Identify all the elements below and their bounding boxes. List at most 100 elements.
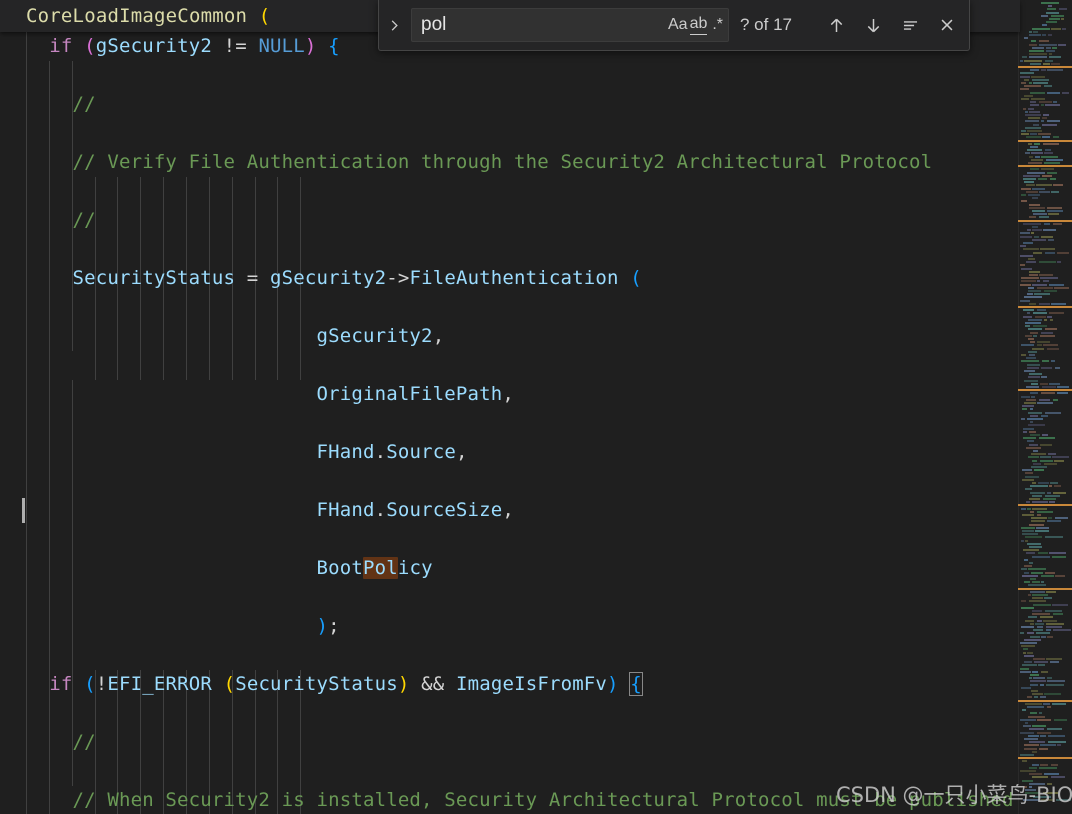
minimap-code-line xyxy=(1021,645,1035,648)
minimap-code-line xyxy=(1024,37,1028,40)
minimap-code-line xyxy=(1026,398,1036,401)
toggle-replace-chevron-icon[interactable] xyxy=(383,0,405,50)
minimap-code-line xyxy=(1041,670,1048,673)
whole-word-toggle[interactable]: ab xyxy=(689,12,708,38)
code-line[interactable]: FHand.Source, xyxy=(0,438,1018,467)
minimap-code-line xyxy=(1030,146,1038,148)
sticky-header-gutter xyxy=(0,0,26,32)
close-icon[interactable] xyxy=(935,13,959,37)
editor-code-area[interactable]: if (gSecurity2 != NULL) { // // Verify F… xyxy=(0,32,1018,814)
minimap-code-line xyxy=(1044,773,1059,776)
regex-toggle[interactable]: .* xyxy=(709,12,726,38)
minimap-code-line xyxy=(1022,530,1034,532)
minimap-code-line xyxy=(1029,523,1044,526)
minimap-code-line xyxy=(1020,754,1034,756)
minimap-code-line xyxy=(1045,328,1057,331)
minimap-code-line xyxy=(1044,318,1047,321)
minimap-code-line xyxy=(1020,75,1030,78)
code-line[interactable]: OriginalFilePath, xyxy=(0,380,1018,409)
code-line[interactable]: BootPolicy xyxy=(0,554,1018,583)
minimap-code-line xyxy=(1024,59,1042,62)
minimap-code-line xyxy=(1041,392,1055,395)
minimap-code-line xyxy=(1029,782,1045,785)
minimap-code-line xyxy=(1046,158,1063,161)
minimap-code-line xyxy=(1058,43,1066,46)
minimap-code-line xyxy=(1029,216,1036,219)
code-line[interactable]: if (!EFI_ERROR (SecurityStatus) && Image… xyxy=(0,670,1018,699)
minimap-code-line xyxy=(1020,232,1030,235)
minimap-code-line xyxy=(1021,82,1026,84)
minimap[interactable] xyxy=(1018,0,1072,814)
code-token: ) xyxy=(304,35,317,57)
minimap-code-line xyxy=(1039,261,1056,264)
minimap-code-line xyxy=(1036,184,1052,187)
minimap-code-line xyxy=(1022,469,1032,472)
minimap-code-line xyxy=(1047,120,1060,123)
minimap-code-line xyxy=(1038,552,1048,555)
minimap-code-line xyxy=(1041,168,1054,171)
minimap-code-line xyxy=(1030,91,1045,94)
minimap-code-line xyxy=(1033,30,1038,33)
code-line[interactable]: SecurityStatus = gSecurity2->FileAuthent… xyxy=(0,264,1018,293)
minimap-code-line xyxy=(1034,235,1039,238)
find-in-selection-icon[interactable] xyxy=(898,13,922,37)
minimap-code-line xyxy=(1055,366,1060,369)
minimap-code-line xyxy=(1026,184,1035,187)
minimap-code-line xyxy=(1029,677,1032,680)
minimap-code-line xyxy=(1021,200,1027,203)
minimap-code-line xyxy=(1024,738,1038,740)
minimap-code-line xyxy=(1028,568,1046,571)
minimap-code-line xyxy=(1048,213,1059,216)
code-token: , xyxy=(432,325,445,347)
minimap-code-line xyxy=(1029,373,1042,376)
code-line[interactable]: // When Security2 is installed, Security… xyxy=(0,786,1018,814)
minimap-code-line xyxy=(1041,104,1044,107)
code-token: , xyxy=(502,383,515,405)
code-line[interactable]: gSecurity2, xyxy=(0,322,1018,351)
code-line[interactable]: // xyxy=(0,728,1018,757)
search-input[interactable] xyxy=(412,13,668,37)
minimap-code-line xyxy=(1053,222,1062,225)
match-case-toggle[interactable]: Aa xyxy=(668,12,688,38)
minimap-code-line xyxy=(1052,456,1069,459)
minimap-code-line xyxy=(1031,232,1034,235)
minimap-code-line xyxy=(1047,706,1051,708)
minimap-code-line xyxy=(1030,331,1038,334)
find-widget[interactable]: Aa ab .* ? of 17 xyxy=(378,0,970,51)
minimap-code-line xyxy=(1040,696,1046,699)
code-line[interactable]: // xyxy=(0,90,1018,119)
minimap-code-line xyxy=(1046,622,1064,625)
minimap-code-line xyxy=(1040,734,1046,737)
vscode-editor-window: CoreLoadImageCommon ( if (gSecurity2 != … xyxy=(0,0,1072,814)
minimap-code-line xyxy=(1037,619,1042,622)
minimap-code-line xyxy=(1032,693,1043,696)
code-line[interactable]: FHand.SourceSize, xyxy=(0,496,1018,525)
next-match-button[interactable] xyxy=(861,13,885,37)
minimap-code-line xyxy=(1023,178,1036,180)
code-line[interactable]: // xyxy=(0,206,1018,235)
minimap-code-line xyxy=(1039,747,1048,750)
minimap-code-line xyxy=(1028,162,1042,164)
minimap-code-line xyxy=(1029,43,1037,46)
code-token: && xyxy=(421,673,445,695)
code-line[interactable]: // Verify File Authentication through th… xyxy=(0,148,1018,177)
minimap-code-line xyxy=(1031,75,1045,78)
minimap-code-line xyxy=(1022,478,1034,481)
minimap-code-line xyxy=(1027,293,1033,296)
minimap-code-line xyxy=(1043,114,1049,116)
minimap-code-line xyxy=(1027,418,1043,420)
code-line[interactable]: ); xyxy=(0,612,1018,641)
code-token: SecurityStatus xyxy=(72,267,236,289)
find-input-container[interactable]: Aa ab .* xyxy=(411,8,729,42)
minimap-code-line xyxy=(1042,34,1046,36)
previous-match-button[interactable] xyxy=(824,13,848,37)
minimap-code-line xyxy=(1021,267,1032,270)
minimap-code-line xyxy=(1027,651,1033,654)
minimap-code-line xyxy=(1025,475,1039,478)
minimap-code-line xyxy=(1047,677,1052,680)
minimap-code-line xyxy=(1040,277,1058,280)
regex-label: .* xyxy=(712,16,724,33)
minimap-code-line xyxy=(1039,302,1050,305)
minimap-code-line xyxy=(1041,155,1058,158)
